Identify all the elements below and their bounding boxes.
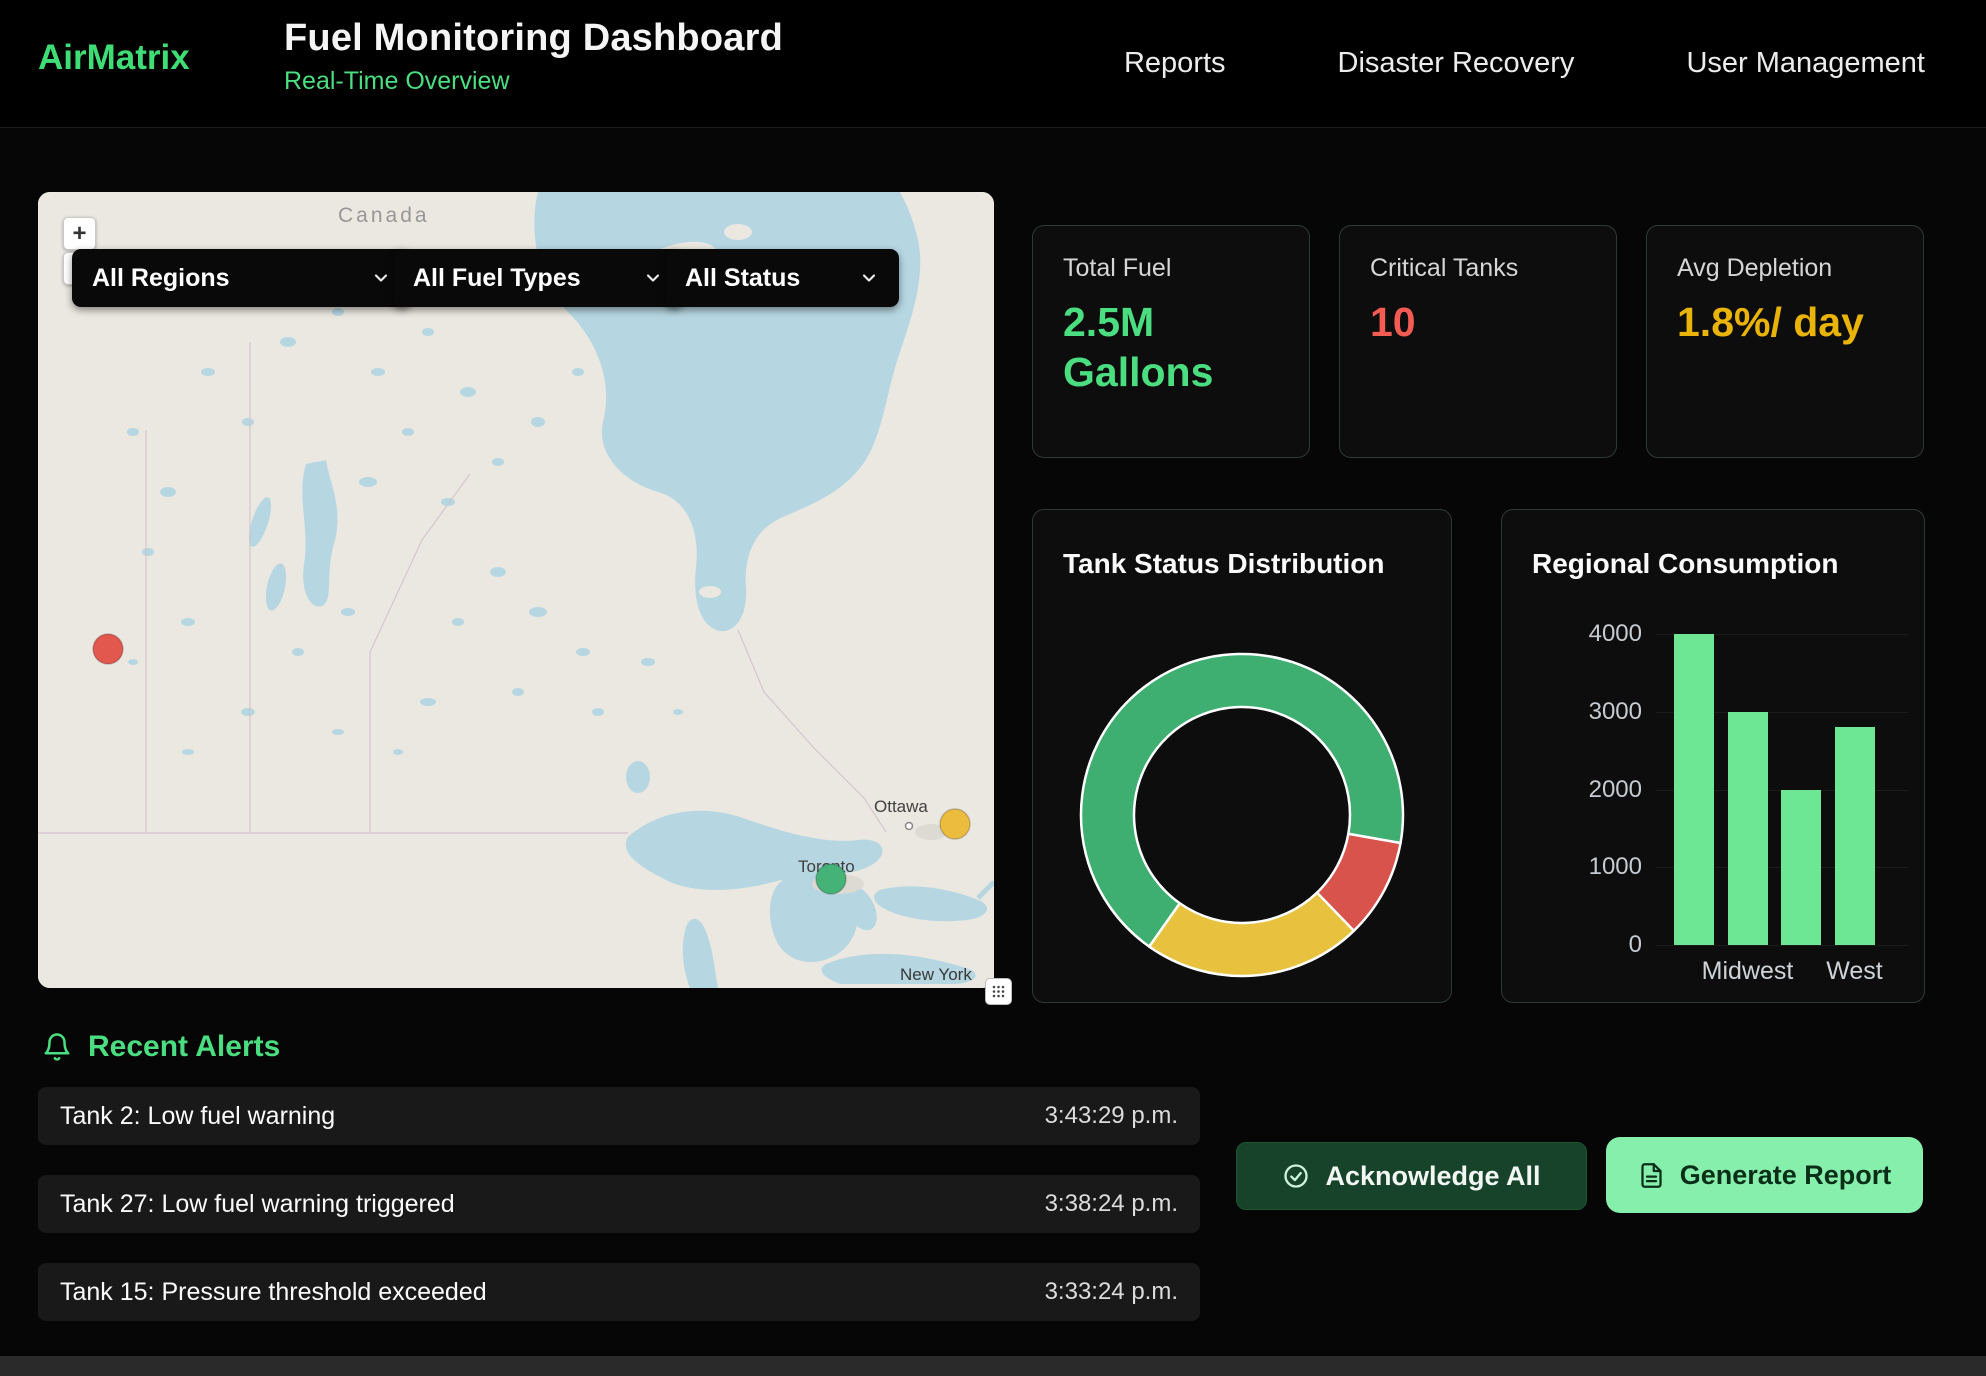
alert-row[interactable]: Tank 2: Low fuel warning 3:43:29 p.m.: [38, 1087, 1200, 1145]
regional-consumption-card: Regional Consumption 01000200030004000Mi…: [1501, 509, 1925, 1003]
map-resize-handle[interactable]: [985, 978, 1012, 1005]
consumption-bar-0: [1674, 634, 1714, 945]
alert-timestamp: 3:43:29 p.m.: [1045, 1102, 1178, 1130]
x-axis-tick-label: West: [1826, 957, 1883, 986]
x-axis-tick-label: Midwest: [1702, 957, 1794, 986]
stat-label: Critical Tanks: [1370, 254, 1586, 283]
generate-report-button[interactable]: Generate Report: [1606, 1137, 1923, 1213]
nav-disaster-recovery[interactable]: Disaster Recovery: [1338, 47, 1575, 80]
zoom-in-button[interactable]: +: [63, 217, 96, 250]
alert-timestamp: 3:38:24 p.m.: [1045, 1190, 1178, 1218]
tank-marker-normal[interactable]: [816, 864, 846, 894]
nav-user-management[interactable]: User Management: [1686, 47, 1925, 80]
dashboard-root: AirMatrix Fuel Monitoring Dashboard Real…: [0, 0, 1986, 1376]
stat-label: Total Fuel: [1063, 254, 1279, 283]
nav-reports[interactable]: Reports: [1124, 47, 1226, 80]
bottom-bar: [0, 1356, 1986, 1376]
title-block: Fuel Monitoring Dashboard Real-Time Over…: [284, 17, 783, 96]
tank-status-donut: [1033, 510, 1453, 1004]
map-label-new-york: New York: [900, 965, 972, 984]
stat-card-critical-tanks: Critical Tanks 10: [1339, 225, 1617, 458]
generate-report-label: Generate Report: [1680, 1160, 1892, 1191]
lake-nipigon: [626, 761, 650, 793]
fuel-type-filter-dropdown[interactable]: All Fuel Types: [393, 249, 683, 307]
acknowledge-all-label: Acknowledge All: [1325, 1161, 1540, 1192]
chevron-down-icon: [371, 268, 391, 288]
drag-dots-icon: [991, 984, 1006, 999]
chevron-down-icon: [859, 268, 879, 288]
stat-label: Avg Depletion: [1677, 254, 1893, 283]
alerts-header: Recent Alerts: [42, 1030, 280, 1064]
stat-value-total-fuel: 2.5M Gallons: [1063, 297, 1279, 397]
alert-row[interactable]: Tank 27: Low fuel warning triggered 3:38…: [38, 1175, 1200, 1233]
page-subtitle: Real-Time Overview: [284, 67, 783, 96]
stat-value-avg-depletion: 1.8%/ day: [1677, 297, 1893, 347]
y-axis-tick-label: 4000: [1557, 620, 1642, 648]
fuel-map[interactable]: Canada Ottawa Toronto New York + − All R…: [38, 192, 994, 988]
alert-message: Tank 27: Low fuel warning triggered: [60, 1190, 455, 1219]
region-filter-dropdown[interactable]: All Regions: [72, 249, 411, 307]
stat-card-total-fuel: Total Fuel 2.5M Gallons: [1032, 225, 1310, 458]
tank-marker-critical[interactable]: [93, 634, 123, 664]
consumption-bar-1: [1728, 712, 1768, 945]
island: [699, 586, 721, 598]
acknowledge-all-button[interactable]: Acknowledge All: [1236, 1142, 1587, 1210]
status-filter-label: All Status: [685, 264, 800, 293]
tank-marker-warning[interactable]: [940, 809, 970, 839]
stat-card-avg-depletion: Avg Depletion 1.8%/ day: [1646, 225, 1924, 458]
alert-message: Tank 15: Pressure threshold exceeded: [60, 1278, 487, 1307]
alert-message: Tank 2: Low fuel warning: [60, 1102, 335, 1131]
check-circle-icon: [1282, 1162, 1310, 1190]
consumption-bar-2: [1781, 790, 1821, 946]
status-filter-dropdown[interactable]: All Status: [665, 249, 899, 307]
main-nav: Reports Disaster Recovery User Managemen…: [1124, 0, 1925, 127]
map-label-ottawa: Ottawa: [874, 797, 928, 816]
gridline: [1656, 945, 1908, 946]
island: [724, 224, 752, 240]
page-title: Fuel Monitoring Dashboard: [284, 17, 783, 60]
stat-value-critical-tanks: 10: [1370, 297, 1586, 347]
y-axis-tick-label: 1000: [1557, 853, 1642, 881]
map-label-canada: Canada: [338, 204, 430, 227]
brand-logo[interactable]: AirMatrix: [38, 38, 190, 78]
regional-bar-plot: 0 1000 2000 3000 4000 Midwest West: [1502, 510, 1924, 1002]
ottawa-town-dot: [906, 823, 913, 830]
y-axis-tick-label: 3000: [1557, 698, 1642, 726]
region-filter-label: All Regions: [92, 264, 230, 293]
alert-row[interactable]: Tank 15: Pressure threshold exceeded 3:3…: [38, 1263, 1200, 1321]
header: AirMatrix Fuel Monitoring Dashboard Real…: [0, 0, 1986, 128]
consumption-bar-3: [1835, 727, 1875, 945]
y-axis-tick-label: 0: [1557, 931, 1642, 959]
map-svg: Canada Ottawa Toronto New York: [38, 192, 994, 988]
y-axis-tick-label: 2000: [1557, 776, 1642, 804]
alert-timestamp: 3:33:24 p.m.: [1045, 1278, 1178, 1306]
report-document-icon: [1638, 1162, 1665, 1189]
chevron-down-icon: [643, 268, 663, 288]
alerts-title: Recent Alerts: [88, 1030, 280, 1064]
fuel-type-filter-label: All Fuel Types: [413, 264, 581, 293]
bell-icon: [42, 1032, 72, 1062]
tank-status-card: Tank Status Distribution: [1032, 509, 1452, 1003]
